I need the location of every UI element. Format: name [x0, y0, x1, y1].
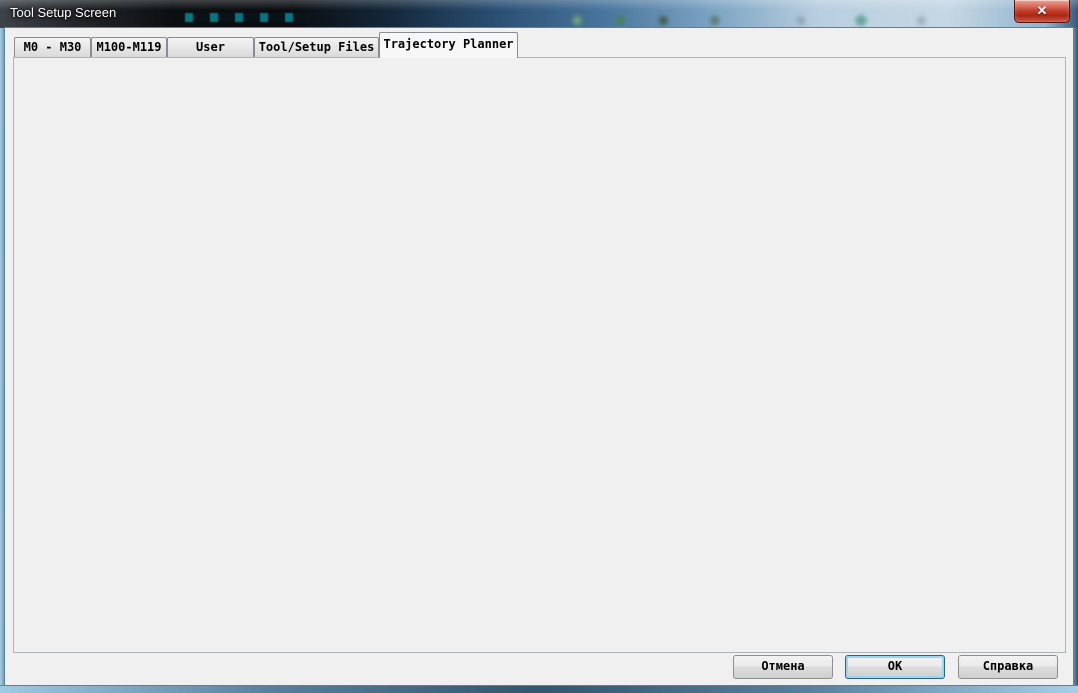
tab-m0-m30[interactable]: M0 - M30: [14, 37, 91, 57]
tab-page: [13, 57, 1066, 653]
window-border-right: [1073, 28, 1078, 693]
tab-tool-setup-files[interactable]: Tool/Setup Files: [254, 37, 379, 57]
help-button[interactable]: Справка: [958, 655, 1058, 679]
window-border-bottom: [0, 685, 1078, 693]
cancel-button[interactable]: Отмена: [733, 655, 833, 679]
dialog-body: M0 - M30 M100-M119 User Buttons Tool/Set…: [5, 28, 1073, 685]
background-window-glow: [185, 13, 310, 22]
close-icon: ✕: [1015, 0, 1069, 21]
ok-button[interactable]: ОК: [845, 655, 945, 679]
tab-m100-m119[interactable]: M100-M119: [91, 37, 167, 57]
window-title: Tool Setup Screen: [10, 5, 116, 20]
titlebar-gloss: [0, 0, 1078, 10]
background-toolbar-blur: [560, 14, 990, 27]
titlebar[interactable]: Tool Setup Screen ✕: [0, 0, 1078, 28]
tab-user-buttons[interactable]: User Buttons: [167, 37, 254, 57]
close-button[interactable]: ✕: [1014, 0, 1070, 23]
tab-trajectory-planner[interactable]: Trajectory Planner: [379, 32, 518, 58]
